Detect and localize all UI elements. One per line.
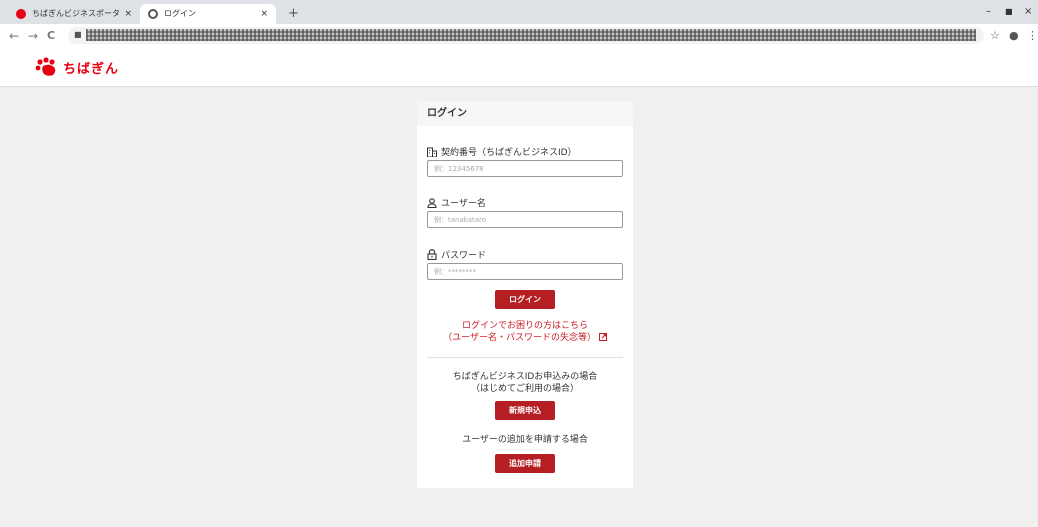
- login-help-line1: ログインでお困りの方はこちら: [461, 321, 588, 331]
- menu-icon[interactable]: ⋮: [1027, 28, 1038, 44]
- bookmark-star-icon[interactable]: ☆: [990, 28, 1000, 44]
- new-apply-line2: （はじめてご利用の場合）: [470, 384, 579, 394]
- tab-close-icon[interactable]: ×: [124, 4, 132, 24]
- site-header: ちばぎん: [0, 48, 1038, 87]
- contract-number-input[interactable]: [427, 160, 623, 177]
- divider: [427, 357, 623, 358]
- password-input[interactable]: [427, 263, 623, 280]
- tab-chibagin-portal[interactable]: ちばぎんビジネスポータル | 千葉銀行 ×: [8, 4, 140, 24]
- chibagin-logo[interactable]: ちばぎん: [34, 57, 119, 77]
- window-close-icon[interactable]: ×: [1024, 4, 1032, 20]
- username-label: ユーザー名: [427, 196, 486, 209]
- username-input[interactable]: [427, 211, 623, 228]
- chibagin-logo-mark-icon: [35, 57, 56, 76]
- password-label-text: パスワード: [441, 251, 487, 261]
- browser-toolbar: ← → C ■ ☆ ● ⋮: [0, 24, 1038, 48]
- contract-number-label-text: 契約番号（ちばぎんビジネスID）: [441, 148, 577, 158]
- contract-number-label: 契約番号（ちばぎんビジネスID）: [427, 145, 577, 158]
- profile-icon[interactable]: ●: [1009, 28, 1019, 44]
- minimize-icon[interactable]: –: [986, 4, 991, 20]
- address-bar-url-redacted: [86, 29, 976, 41]
- reload-icon[interactable]: C: [47, 27, 55, 45]
- add-user-application-button[interactable]: 追加申請: [495, 454, 555, 473]
- new-apply-line1: ちばぎんビジネスIDお申込みの場合: [452, 372, 598, 382]
- login-title: ログイン: [417, 101, 633, 126]
- tab-label: ちばぎんビジネスポータル | 千葉銀行: [32, 9, 121, 18]
- new-tab-icon[interactable]: +: [288, 4, 299, 24]
- login-button[interactable]: ログイン: [495, 290, 555, 309]
- user-icon: [427, 197, 437, 208]
- address-bar[interactable]: ■: [68, 27, 984, 44]
- new-apply-note: ちばぎんビジネスIDお申込みの場合 （はじめてご利用の場合）: [417, 371, 633, 395]
- login-panel: ログイン 契約番号（ちばぎんビジネスID） ユーザー名 パスワード ログイン ロ…: [417, 101, 633, 488]
- browser-tab-bar: ちばぎんビジネスポータル | 千葉銀行 × ログイン × + – ■ ×: [0, 0, 1038, 24]
- tab-close-icon[interactable]: ×: [260, 4, 268, 24]
- site-info-icon[interactable]: ■: [74, 30, 82, 39]
- username-label-text: ユーザー名: [441, 199, 486, 209]
- add-user-note: ユーザーの追加を申請する場合: [462, 435, 588, 445]
- external-link-icon: [598, 333, 607, 341]
- tab-label: ログイン: [164, 9, 196, 18]
- building-icon: [427, 147, 437, 157]
- lock-icon: [427, 249, 437, 260]
- maximize-icon[interactable]: ■: [1005, 4, 1013, 20]
- login-help-link[interactable]: ログインでお困りの方はこちら （ユーザー名・パスワードの失念等）: [417, 320, 633, 344]
- forward-icon[interactable]: →: [28, 27, 38, 45]
- password-label: パスワード: [427, 248, 486, 261]
- tab-login[interactable]: ログイン ×: [140, 4, 276, 24]
- globe-favicon-icon: [148, 9, 158, 19]
- logo-text: ちばぎん: [63, 61, 120, 77]
- login-help-line2: （ユーザー名・パスワードの失念等）: [443, 333, 596, 343]
- chibagin-favicon-icon: [16, 9, 26, 19]
- new-application-button[interactable]: 新規申込: [495, 401, 555, 420]
- back-icon[interactable]: ←: [9, 27, 19, 45]
